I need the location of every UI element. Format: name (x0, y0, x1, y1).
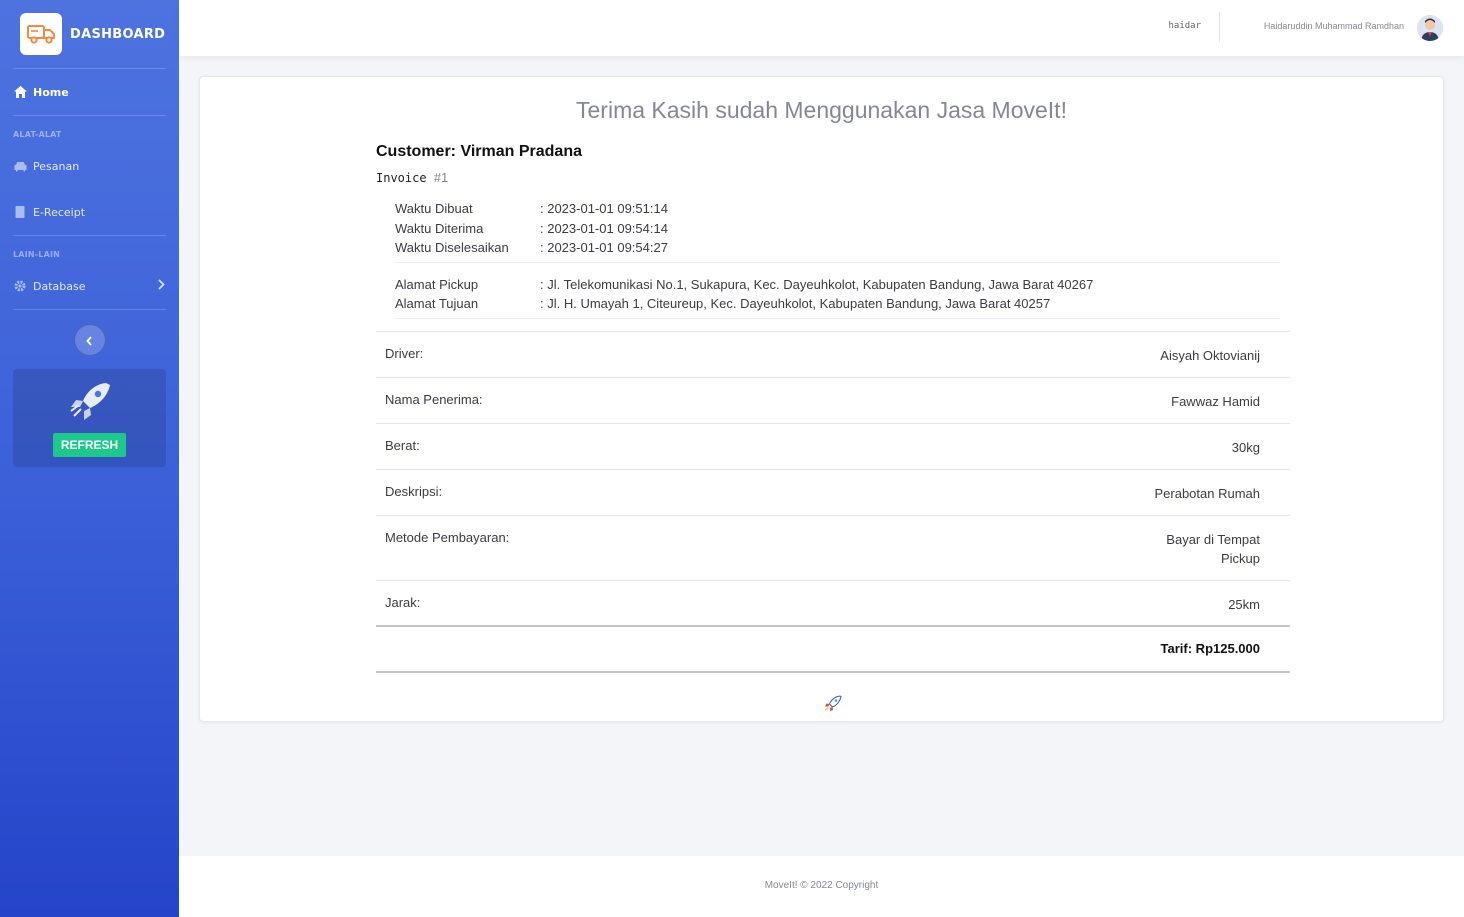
info-label: Waktu Diselesaikan (395, 240, 509, 256)
detail-value: Fawwaz Hamid (1171, 393, 1260, 409)
info-value: : 2023-01-01 09:51:14 (540, 201, 668, 217)
detail-value: 25km (1228, 596, 1260, 612)
sidebar-item-label: Pesanan (33, 159, 80, 173)
sidebar-heading-other: LAIN-LAIN (13, 250, 61, 259)
table-row: Driver: Aisyah Oktovianij (376, 332, 1290, 378)
detail-value: Perabotan Rumah (1154, 485, 1260, 501)
info-row: Alamat Pickup : Jl. Telekomunikasi No.1,… (395, 275, 1280, 295)
detail-label: Nama Penerima: (385, 391, 483, 407)
receipt-card: Terima Kasih sudah Menggunakan Jasa Move… (199, 76, 1444, 722)
receipt-body: Customer: Virman Pradana Invoice #1 Wakt… (376, 143, 1290, 716)
info-row: Waktu Diterima : 2023-01-01 09:54:14 (395, 219, 1280, 239)
address-info: Alamat Pickup : Jl. Telekomunikasi No.1,… (395, 263, 1280, 319)
detail-label: Jarak: (385, 594, 421, 610)
detail-label: Driver: (385, 345, 424, 361)
receipt-icon (13, 205, 27, 219)
detail-table: Driver: Aisyah Oktovianij Nama Penerima:… (376, 330, 1290, 673)
footer: MoveIt! © 2022 Copyright (179, 856, 1464, 917)
topbar-username: haidar (1168, 21, 1201, 31)
sidebar-item-database[interactable]: Database (0, 263, 179, 309)
detail-value: Bayar di Tempat Pickup (1166, 530, 1260, 580)
sidebar-item-home[interactable]: Home (0, 69, 179, 115)
info-value: : Jl. Telekomunikasi No.1, Sukapura, Kec… (540, 276, 1094, 292)
total-value: Tarif: Rp125.000 (1160, 640, 1260, 656)
sidebar-heading-tools: ALAT-ALAT (13, 130, 62, 139)
sidebar-item-label: Home (33, 85, 69, 99)
sidebar-promo-card: REFRESH (13, 369, 166, 467)
sidebar-toggle-button[interactable] (73, 324, 106, 356)
table-row: Deskripsi: Perabotan Rumah (376, 470, 1290, 516)
brand-title: DASHBOARD (70, 26, 166, 42)
info-row: Alamat Tujuan : Jl. H. Umayah 1, Citeure… (395, 294, 1280, 314)
rocket-footer-icon (376, 694, 1290, 716)
detail-label: Metode Pembayaran: (385, 529, 510, 545)
sidebar-item-ereceipt[interactable]: E-Receipt (0, 189, 179, 235)
detail-value: Aisyah Oktovianij (1160, 347, 1260, 363)
sidebar-item-label: Database (33, 279, 86, 293)
refresh-button[interactable]: REFRESH (52, 433, 127, 457)
table-row: Nama Penerima: Fawwaz Hamid (376, 378, 1290, 424)
table-row: Metode Pembayaran: Bayar di Tempat Picku… (376, 516, 1290, 581)
page-title: Terima Kasih sudah Menggunakan Jasa Move… (576, 97, 1067, 123)
rocket-icon (68, 381, 112, 425)
time-info: Waktu Dibuat : 2023-01-01 09:51:14 Waktu… (395, 194, 1280, 263)
sidebar-brand[interactable]: DASHBOARD (0, 0, 179, 68)
info-value: : 2023-01-01 09:54:14 (540, 220, 668, 236)
topbar: haidar Haidaruddin Muhammad Ramdhan (179, 0, 1464, 56)
home-icon (13, 85, 27, 99)
table-row: Berat: 30kg (376, 424, 1290, 470)
avatar[interactable] (1417, 15, 1443, 41)
info-value: : 2023-01-01 09:54:27 (540, 240, 668, 256)
sidebar-item-pesanan[interactable]: Pesanan (0, 143, 179, 189)
truck-logo-icon (20, 13, 62, 55)
sidebar-divider (13, 309, 166, 310)
info-row: Waktu Diselesaikan : 2023-01-01 09:54:27 (395, 238, 1280, 258)
receipt-info: Waktu Dibuat : 2023-01-01 09:51:14 Waktu… (395, 194, 1280, 319)
info-value: : Jl. H. Umayah 1, Citeureup, Kec. Dayeu… (540, 296, 1051, 312)
chevron-right-icon (158, 279, 165, 293)
detail-label: Berat: (385, 437, 420, 453)
invoice-text: Invoice (376, 171, 427, 185)
car-icon (13, 159, 27, 173)
info-label: Waktu Dibuat (395, 201, 473, 217)
invoice-number: #1 (433, 170, 449, 185)
copyright-text: MoveIt! © 2022 Copyright (764, 880, 879, 891)
topbar-fullname[interactable]: Haidaruddin Muhammad Ramdhan (1264, 21, 1404, 31)
detail-label: Deskripsi: (385, 483, 443, 499)
invoice-label: Invoice #1 (376, 170, 1290, 185)
info-row: Waktu Dibuat : 2023-01-01 09:51:14 (395, 199, 1280, 219)
detail-value: 30kg (1231, 439, 1260, 455)
info-label: Alamat Pickup (395, 276, 479, 292)
table-row: Jarak: 25km (376, 581, 1290, 627)
info-label: Alamat Tujuan (395, 296, 479, 312)
info-label: Waktu Diterima (395, 220, 484, 236)
topbar-divider (1219, 12, 1220, 42)
detail-value-line: Pickup (1220, 550, 1260, 566)
chevron-left-icon (86, 331, 93, 350)
total-row: Tarif: Rp125.000 (376, 627, 1290, 673)
gear-icon (13, 279, 27, 293)
sidebar: DASHBOARD Home ALAT-ALAT Pesanan E-Recei… (0, 0, 179, 917)
detail-value-line: Bayar di Tempat (1166, 531, 1260, 547)
sidebar-item-label: E-Receipt (33, 205, 86, 219)
customer-name: Customer: Virman Pradana (376, 143, 582, 160)
